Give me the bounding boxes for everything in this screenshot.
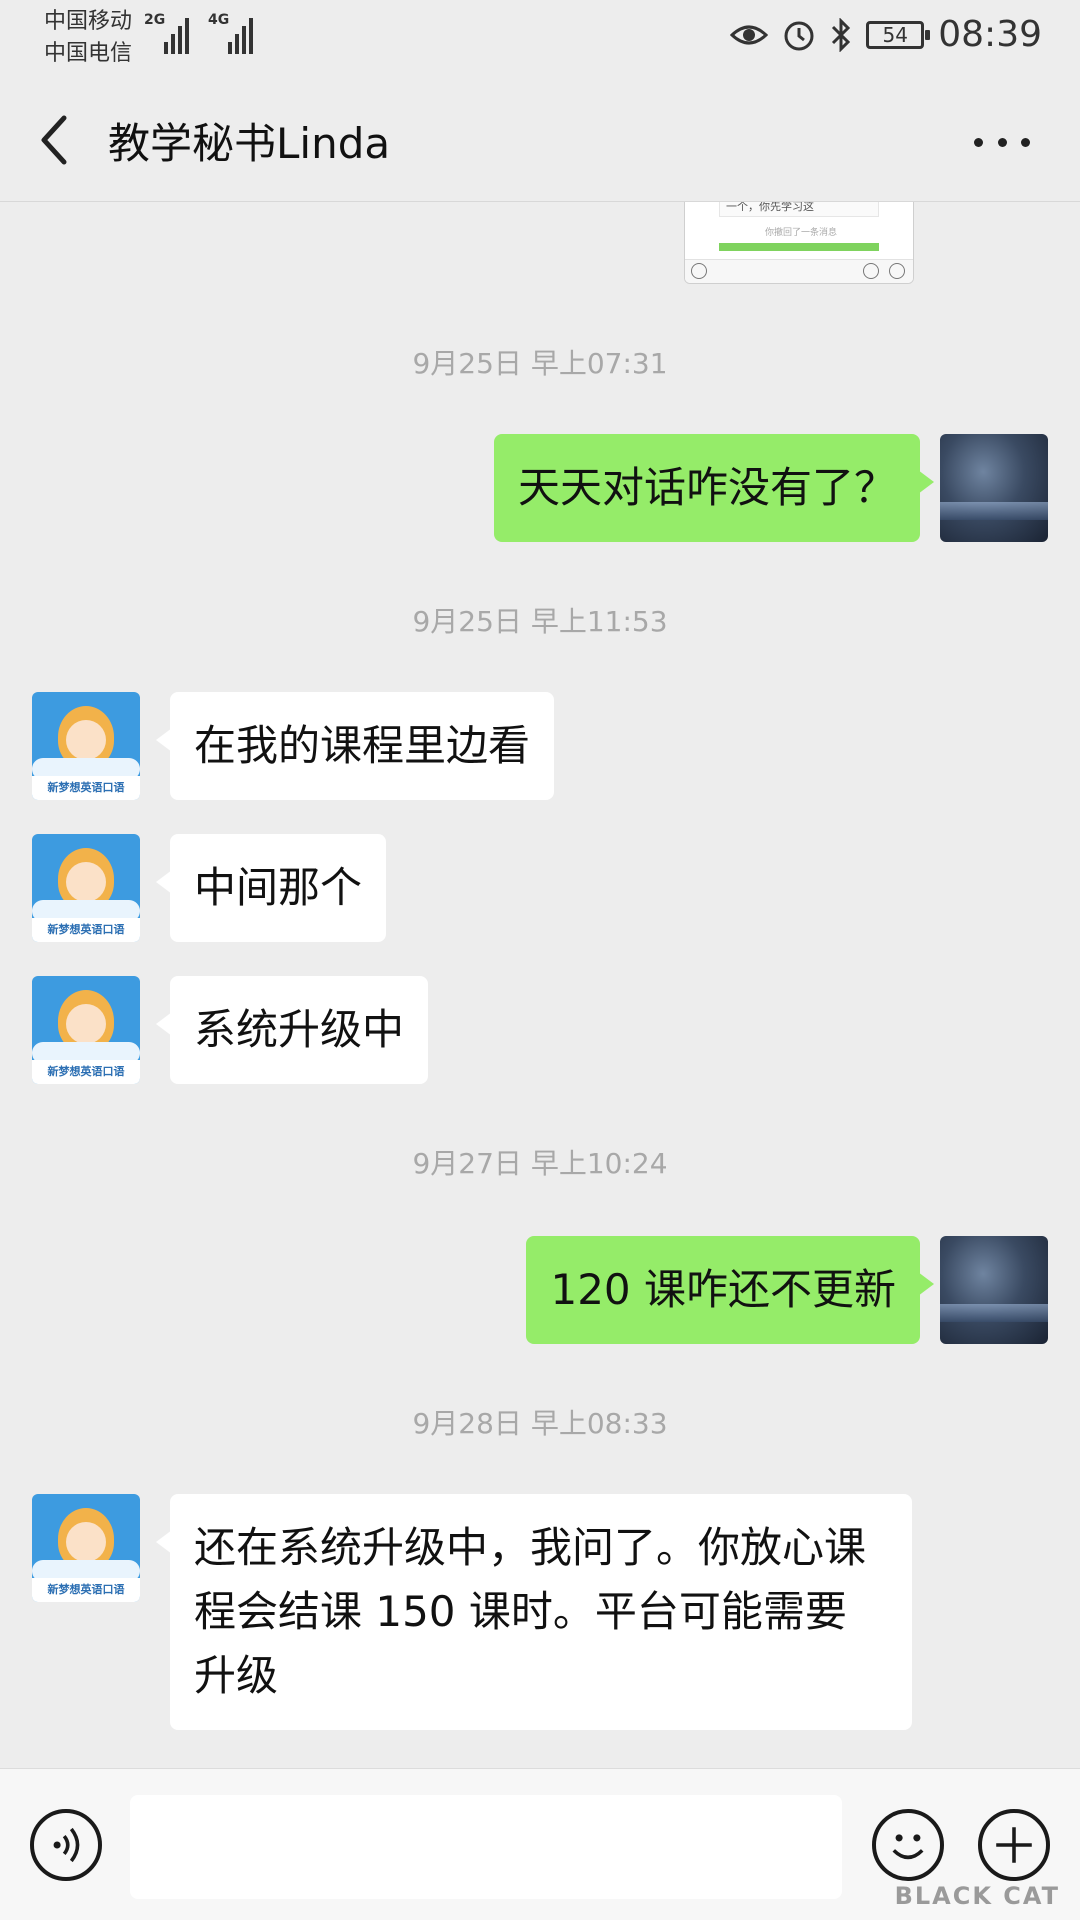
back-arrow-icon[interactable] [34, 112, 74, 168]
image-thumb-text-2: 你撤回了一条消息 [765, 228, 838, 238]
contact-avatar[interactable]: 新梦想英语口语 [32, 976, 140, 1084]
bluetooth-icon [832, 17, 851, 52]
voice-icon[interactable] [30, 1809, 102, 1881]
contact-avatar[interactable]: 新梦想英语口语 [32, 1494, 140, 1602]
battery-icon: 54 [866, 20, 931, 49]
incoming-message[interactable]: 还在系统升级中，我问了。你放心课程会结课 150 课时。平台可能需要升级 [156, 1494, 912, 1730]
plus-icon[interactable] [978, 1809, 1050, 1881]
outgoing-message[interactable]: 120 课咋还不更新 [526, 1236, 934, 1344]
avatar-badge: 新梦想英语口语 [32, 776, 140, 800]
avatar-badge: 新梦想英语口语 [32, 1578, 140, 1602]
timestamp: 9月25日 早上07:31 [412, 347, 668, 380]
image-thumb-bubble [719, 243, 879, 251]
message-input[interactable] [130, 1795, 842, 1899]
contact-avatar[interactable]: 新梦想英语口语 [32, 692, 140, 800]
image-message[interactable]: 一个，你先学习这 你撤回了一条消息 [684, 202, 914, 284]
my-avatar[interactable] [940, 434, 1048, 542]
outgoing-message[interactable]: 天天对话咋没有了？ [493, 434, 935, 542]
image-thumb-toolbar [685, 259, 913, 283]
incoming-message[interactable]: 系统升级中 [155, 976, 429, 1084]
carrier-labels: 中国移动 中国电信 [44, 6, 132, 70]
image-thumb-text-1: 一个，你先学习这 [719, 202, 879, 217]
timestamp: 9月28日 早上08:33 [412, 1407, 668, 1440]
timestamp: 9月25日 早上11:53 [412, 605, 668, 638]
status-right: 54 08:39 [730, 14, 1042, 55]
emoji-icon[interactable] [872, 1809, 944, 1881]
timestamp: 9月27日 早上10:24 [412, 1147, 668, 1180]
more-dots-icon[interactable] [974, 122, 1030, 162]
carrier-2: 中国电信 [44, 41, 133, 66]
alarm-icon [784, 21, 814, 50]
chat-title: 教学秘书Linda [108, 119, 391, 168]
clock: 08:39 [938, 14, 1042, 55]
message-list[interactable]: 一个，你先学习这 你撤回了一条消息 9月25日 早上07:31 天天对话咋没有了… [0, 202, 1080, 1768]
incoming-message[interactable]: 在我的课程里边看 [155, 692, 555, 800]
watermark: BLACK CAT [894, 1882, 1060, 1910]
input-bar: BLACK CAT [0, 1768, 1080, 1920]
contact-avatar[interactable]: 新梦想英语口语 [32, 834, 140, 942]
incoming-message[interactable]: 中间那个 [155, 834, 387, 942]
carrier-1: 中国移动 [44, 9, 133, 34]
my-avatar[interactable] [940, 1236, 1048, 1344]
avatar-badge: 新梦想英语口语 [32, 1060, 140, 1084]
avatar-badge: 新梦想英语口语 [32, 918, 140, 942]
signal-2g-icon: 2G [144, 12, 189, 54]
signal-4g-icon: 4G [208, 12, 253, 54]
eye-icon [730, 25, 769, 44]
status-bar: 中国移动 中国电信 2G 4G 54 08:39 [0, 0, 1080, 76]
chat-header: 教学秘书Linda [0, 76, 1080, 202]
